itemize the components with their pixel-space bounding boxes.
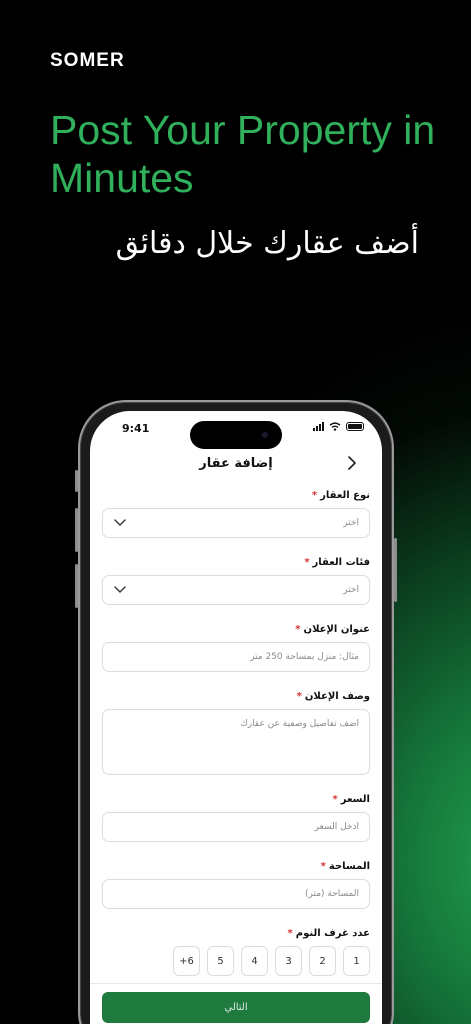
required-mark: *	[295, 624, 301, 635]
dynamic-island	[190, 421, 282, 449]
headline-arabic: أضف عقارك خلال دقائق	[115, 226, 419, 261]
ad-title-placeholder: مثال: منزل بمساحة 250 متر	[250, 652, 359, 662]
bedrooms-option-4[interactable]: 4	[241, 946, 268, 976]
ad-description-textarea[interactable]: اضف تفاصيل وصفية عن عقارك	[102, 709, 370, 775]
property-category-placeholder: اختر	[343, 585, 359, 595]
chevron-right-icon	[348, 456, 356, 470]
phone-volume-down	[75, 564, 78, 608]
property-type-placeholder: اختر	[343, 518, 359, 528]
phone-volume-up	[75, 508, 78, 552]
brand-logo: SOMER	[50, 50, 125, 71]
ad-description-placeholder: اضف تفاصيل وصفية عن عقارك	[240, 719, 359, 729]
back-button[interactable]	[340, 451, 364, 475]
phone-power-button	[394, 538, 397, 602]
bedrooms-option-2[interactable]: 2	[309, 946, 336, 976]
bedrooms-options: 1 2 3 4 5 +6	[102, 946, 370, 976]
page-title: إضافة عقار	[199, 456, 273, 471]
chevron-down-icon	[113, 583, 127, 597]
price-input[interactable]: ادخل السعر	[102, 812, 370, 842]
price-label: السعر*	[332, 794, 370, 805]
headline-english: Post Your Property in Minutes	[50, 107, 436, 201]
status-icons	[313, 422, 364, 431]
bedrooms-option-1[interactable]: 1	[343, 946, 370, 976]
area-placeholder: المساحة (متر)	[305, 889, 359, 899]
required-mark: *	[287, 928, 293, 939]
app-screen: 9:41 إضافة عقار نوع العقار* اختر فئات ال…	[90, 411, 382, 1024]
add-property-form: نوع العقار* اختر فئات العقار* اختر عنوان…	[102, 489, 370, 976]
phone-silent-switch	[75, 470, 78, 492]
battery-icon	[346, 422, 364, 431]
required-mark: *	[311, 490, 318, 501]
phone-mockup: 9:41 إضافة عقار نوع العقار* اختر فئات ال…	[75, 400, 397, 1024]
property-category-label: فئات العقار*	[304, 557, 370, 568]
area-input[interactable]: المساحة (متر)	[102, 879, 370, 909]
signal-icon	[313, 422, 324, 431]
ad-title-input[interactable]: مثال: منزل بمساحة 250 متر	[102, 642, 370, 672]
property-category-select[interactable]: اختر	[102, 575, 370, 605]
bedrooms-option-6-plus[interactable]: +6	[173, 946, 200, 976]
bedrooms-option-3[interactable]: 3	[275, 946, 302, 976]
ad-description-label: وصف الإعلان*	[296, 691, 370, 702]
required-mark: *	[296, 691, 302, 702]
property-type-select[interactable]: اختر	[102, 508, 370, 538]
next-button[interactable]: التالي	[102, 992, 370, 1023]
bedrooms-option-5[interactable]: 5	[207, 946, 234, 976]
bottom-action-bar: التالي	[90, 983, 382, 1024]
chevron-down-icon	[113, 516, 127, 530]
price-placeholder: ادخل السعر	[314, 822, 359, 832]
bedrooms-label: عدد غرف النوم*	[287, 928, 370, 939]
required-mark: *	[320, 861, 326, 872]
status-time: 9:41	[122, 422, 150, 435]
camera-icon	[262, 432, 268, 438]
wifi-icon	[329, 422, 341, 431]
required-mark: *	[304, 557, 310, 568]
required-mark: *	[332, 794, 338, 805]
ad-title-label: عنوان الإعلان*	[295, 624, 370, 635]
area-label: المساحة*	[320, 861, 370, 872]
property-type-label: نوع العقار*	[311, 490, 370, 501]
